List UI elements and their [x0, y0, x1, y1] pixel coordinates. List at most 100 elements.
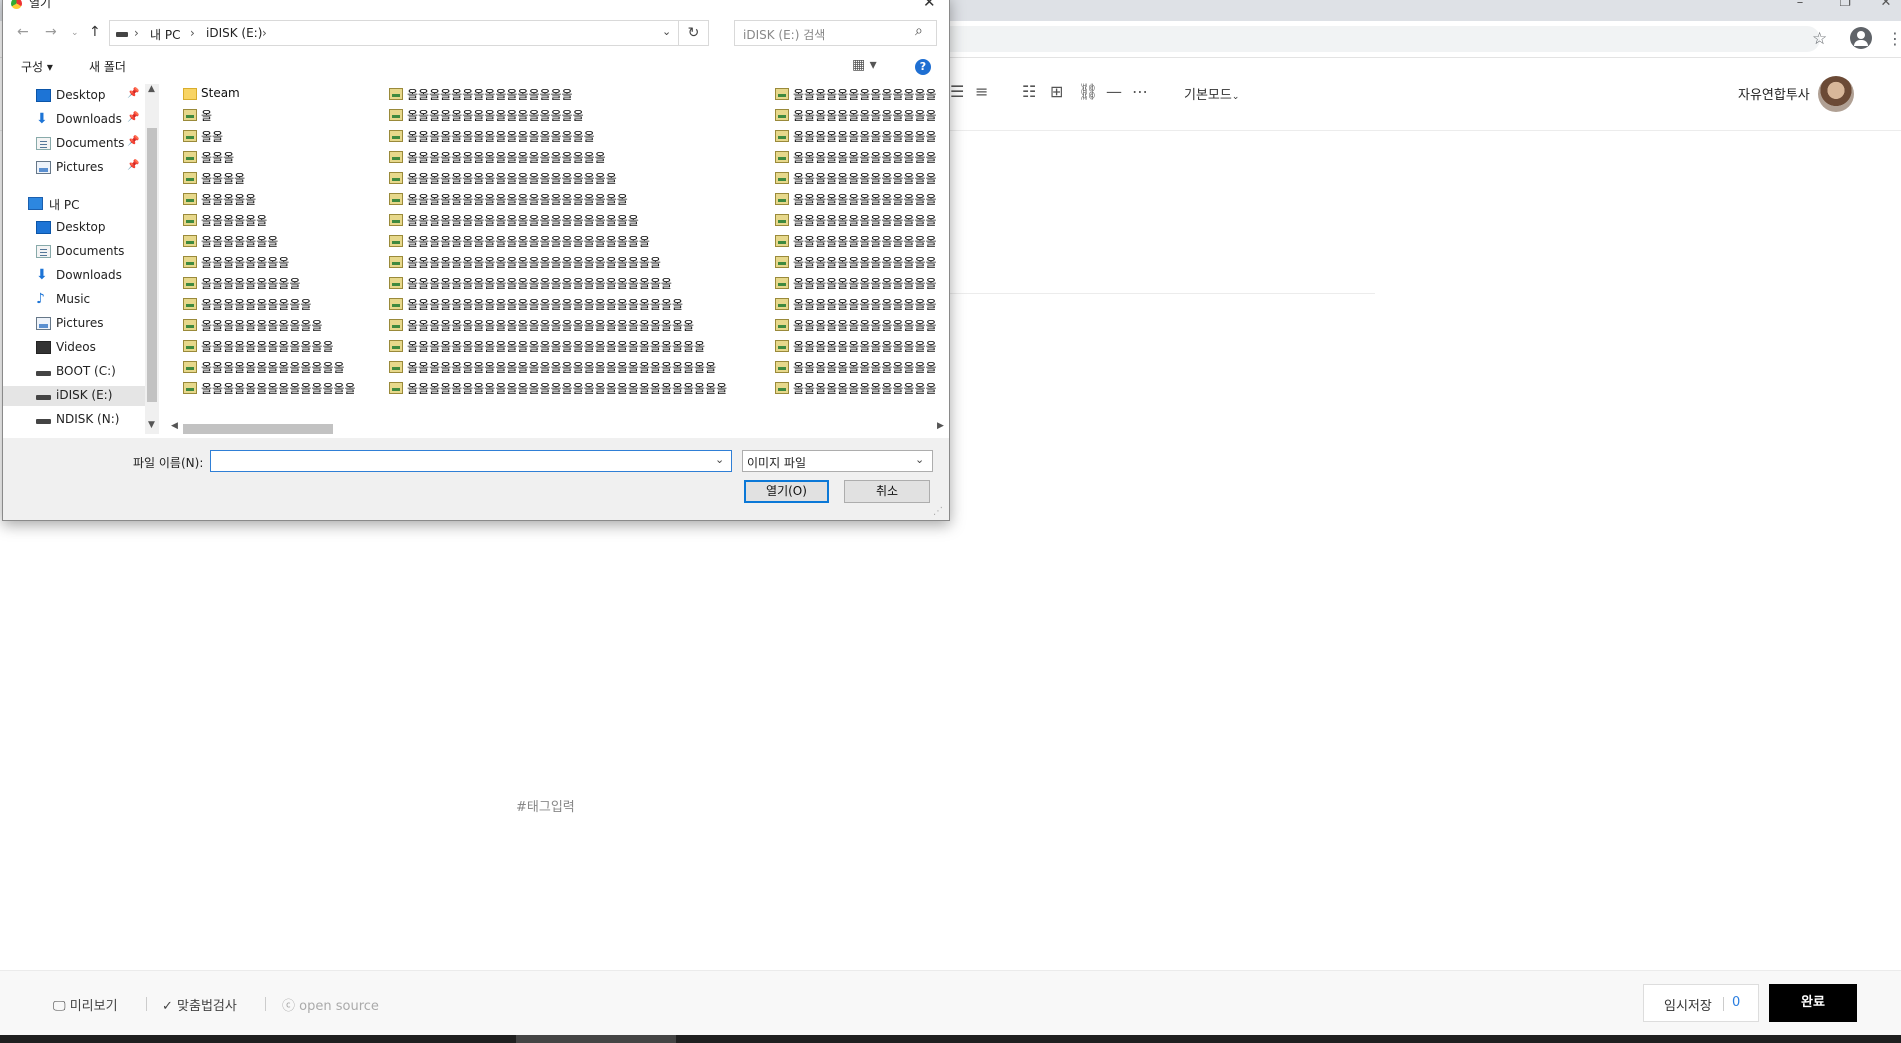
taskbar-active-item[interactable]: [516, 1035, 676, 1043]
file-name: 올올올올올올올올올올올올올올올올올올: [407, 151, 606, 165]
align-right-icon[interactable]: ☰: [950, 82, 964, 101]
scrollbar-thumb[interactable]: [183, 424, 333, 434]
profile-icon[interactable]: [1850, 27, 1872, 49]
file-item[interactable]: 올올올올올올올올올올올올올: [763, 252, 949, 272]
folder-search-input[interactable]: iDISK (E:) 검색 ⌕: [734, 20, 937, 46]
more-icon[interactable]: ⋯: [1132, 82, 1148, 101]
dialog-close-icon[interactable]: ✕: [923, 0, 936, 11]
nav-item-music[interactable]: ♪ Music: [3, 290, 145, 310]
file-item[interactable]: 올올올올올올올올올올올올올올올: [377, 84, 737, 104]
publish-button[interactable]: 완료: [1769, 984, 1857, 1022]
file-item[interactable]: 올올올올올올올올올올올올올: [763, 231, 949, 251]
divider: [265, 997, 266, 1011]
file-item[interactable]: 올올올올올올올올올올올올올올올올올올올올올올: [377, 231, 737, 251]
file-item[interactable]: 올올올올올올올올올올올올올올올올: [377, 105, 737, 125]
nav-item-documents[interactable]: Documents: [3, 242, 145, 262]
refresh-icon[interactable]: ↻: [679, 20, 709, 46]
chevron-down-icon[interactable]: ⌄: [715, 453, 724, 466]
bulleted-list-icon[interactable]: ☷: [1022, 82, 1036, 101]
organize-menu[interactable]: 구성 ▾: [21, 58, 53, 75]
file-item[interactable]: 올올올올올올올올올올올올올: [763, 210, 949, 230]
maximize-button[interactable]: ❐: [1825, 0, 1865, 16]
file-item[interactable]: 올올올올올올올올올올올올올올올올올올올올올올올: [377, 252, 737, 272]
recent-dropdown-icon[interactable]: ⌄: [71, 28, 79, 38]
file-item[interactable]: 올올올올올올올올올올올올올: [763, 168, 949, 188]
link-icon[interactable]: ⛓: [1078, 82, 1098, 101]
file-item[interactable]: 올올올올올올올올올올올올올올올올올올올올올올올올올올올: [377, 336, 737, 356]
breadcrumb-item[interactable]: iDISK (E:): [206, 26, 262, 40]
open-button[interactable]: 열기(O): [744, 480, 829, 503]
file-item[interactable]: 올올올올올올올올올올올올올: [763, 126, 949, 146]
file-item[interactable]: 올올올올올올올올올올올올올올올올올올올올올올올올올올올올올: [377, 378, 737, 398]
file-item[interactable]: 올올올올올올올올올올올올올올올올올올올올올올올올올올: [377, 315, 737, 335]
file-item[interactable]: 올올올올올올올올올올올올올올올올올: [377, 126, 737, 146]
file-type-select[interactable]: 이미지 파일 ⌄: [742, 450, 933, 472]
username[interactable]: 자유연합투사: [1738, 84, 1810, 103]
view-options-icon[interactable]: ▦ ▾: [852, 57, 877, 73]
nav-item-downloads[interactable]: ⬇ Downloads: [3, 266, 145, 286]
scroll-left-arrow-icon[interactable]: ◀: [171, 421, 178, 431]
scrollbar-thumb[interactable]: [147, 128, 157, 402]
avatar[interactable]: [1818, 76, 1854, 112]
file-item[interactable]: 올올올올올올올올올올올올올올올올올올: [377, 147, 737, 167]
new-folder-button[interactable]: 새 폴더: [89, 58, 126, 75]
nav-item-boot-drive[interactable]: BOOT (C:): [3, 362, 145, 382]
filename-input[interactable]: ⌄: [210, 450, 732, 472]
scroll-right-arrow-icon[interactable]: ▶: [937, 421, 944, 431]
preview-button[interactable]: 🖵 미리보기: [53, 995, 118, 1014]
nav-item-documents-quick[interactable]: Documents 📌: [3, 134, 145, 154]
scroll-down-arrow-icon[interactable]: ▼: [148, 420, 155, 430]
draft-save-button[interactable]: 임시저장 0: [1643, 984, 1759, 1022]
nav-item-downloads-quick[interactable]: ⬇ Downloads 📌: [3, 110, 145, 130]
nav-item-pictures-quick[interactable]: Pictures 📌: [3, 158, 145, 178]
scroll-up-arrow-icon[interactable]: ▲: [148, 84, 155, 94]
forward-arrow-icon[interactable]: →: [45, 24, 57, 40]
file-item[interactable]: 올올올올올올올올올올올올올: [763, 147, 949, 167]
nav-item-this-pc[interactable]: 내 PC: [3, 194, 145, 214]
browser-menu-icon[interactable]: ⋮: [1887, 29, 1901, 48]
table-icon[interactable]: ⊞: [1050, 82, 1063, 101]
nav-item-videos[interactable]: Videos: [3, 338, 145, 358]
address-bar[interactable]: [940, 26, 1820, 52]
nav-item-desktop-quick[interactable]: Desktop 📌: [3, 86, 145, 106]
window-close-button[interactable]: ✕: [1866, 0, 1901, 16]
file-item[interactable]: 올올올올올올올올올올올올올: [763, 84, 949, 104]
open-source-link[interactable]: ⓒ open source: [282, 995, 379, 1014]
resize-grip-icon[interactable]: ⋰: [933, 506, 943, 517]
editor-mode-select[interactable]: 기본모드⌄: [1184, 84, 1239, 103]
minimize-button[interactable]: –: [1780, 0, 1820, 16]
tag-input[interactable]: #태그입력: [516, 796, 575, 815]
file-item[interactable]: 올올올올올올올올올올올올올: [763, 378, 949, 398]
file-item[interactable]: 올올올올올올올올올올올올올올올올올올올올: [377, 189, 737, 209]
breadcrumb-item[interactable]: 내 PC: [150, 26, 180, 43]
file-item[interactable]: 올올올올올올올올올올올올올올올올올올올: [377, 168, 737, 188]
address-breadcrumb[interactable]: › 내 PC › iDISK (E:) › ⌄: [109, 20, 679, 46]
file-item[interactable]: 올올올올올올올올올올올올올올올올올올올올올: [377, 210, 737, 230]
up-arrow-icon[interactable]: ↑: [89, 24, 101, 40]
file-item[interactable]: 올올올올올올올올올올올올올올올올올올올올올올올올올올올올: [377, 357, 737, 377]
file-item[interactable]: 올올올올올올올올올올올올올: [763, 105, 949, 125]
file-item[interactable]: 올올올올올올올올올올올올올: [763, 189, 949, 209]
dialog-titlebar[interactable]: 열기 ✕: [3, 0, 949, 11]
back-arrow-icon[interactable]: ←: [17, 24, 29, 40]
file-item[interactable]: 올올올올올올올올올올올올올: [763, 336, 949, 356]
spellcheck-button[interactable]: ✓ 맞춤법검사: [162, 995, 237, 1014]
file-item[interactable]: 올올올올올올올올올올올올올올올올올올올올올올올올: [377, 273, 737, 293]
nav-item-desktop[interactable]: Desktop: [3, 218, 145, 238]
help-icon[interactable]: ?: [915, 59, 931, 75]
file-item[interactable]: 올올올올올올올올올올올올올: [763, 315, 949, 335]
file-list-horizontal-scrollbar[interactable]: ◀ ▶: [171, 421, 949, 436]
horizontal-rule-icon[interactable]: —: [1106, 82, 1122, 101]
nav-item-pictures[interactable]: Pictures: [3, 314, 145, 334]
file-item[interactable]: 올올올올올올올올올올올올올올올올올올올올올올올올올: [377, 294, 737, 314]
nav-item-idisk-drive[interactable]: iDISK (E:): [3, 386, 145, 406]
chevron-down-icon[interactable]: ⌄: [662, 25, 671, 38]
bookmark-star-icon[interactable]: ☆: [1812, 29, 1827, 49]
nav-pane-scrollbar[interactable]: ▲ ▼: [145, 84, 159, 434]
file-item[interactable]: 올올올올올올올올올올올올올: [763, 273, 949, 293]
cancel-button[interactable]: 취소: [844, 480, 930, 503]
align-justify-icon[interactable]: ≡: [975, 82, 988, 101]
nav-item-ndisk-drive[interactable]: NDISK (N:): [3, 410, 145, 430]
file-item[interactable]: 올올올올올올올올올올올올올: [763, 357, 949, 377]
file-item[interactable]: 올올올올올올올올올올올올올: [763, 294, 949, 314]
